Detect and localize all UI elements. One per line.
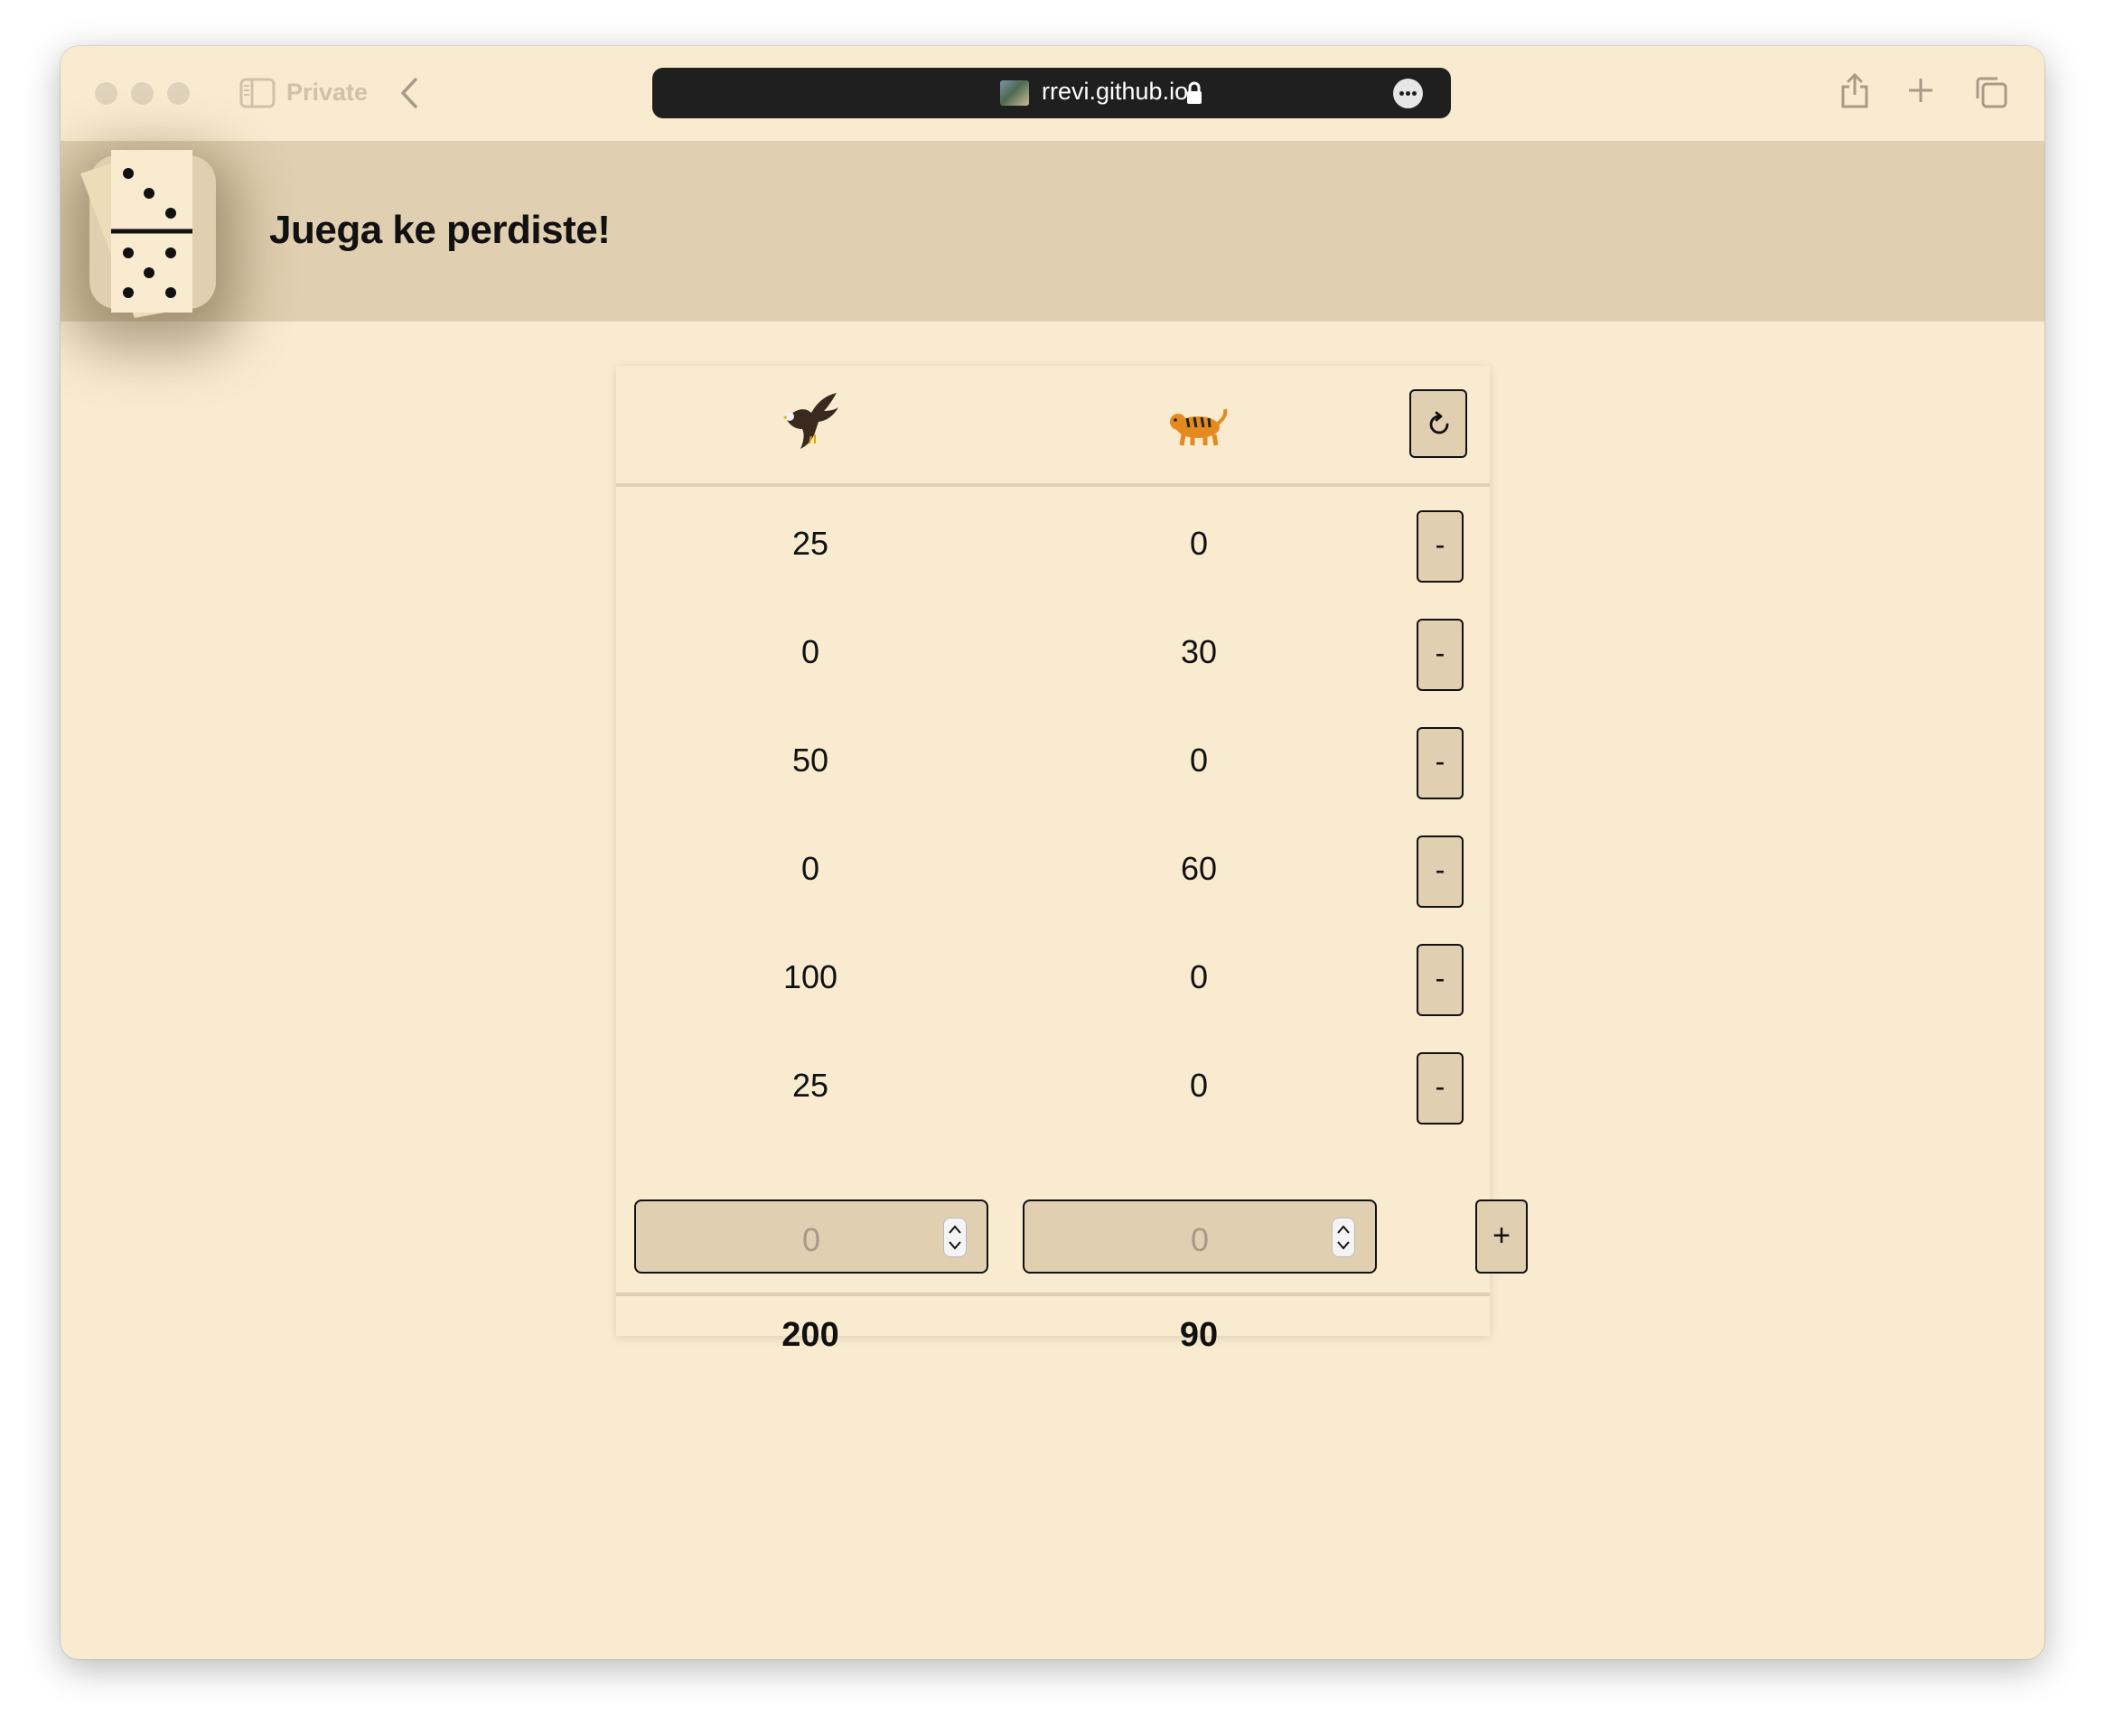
- remove-row-button[interactable]: -: [1417, 835, 1464, 908]
- sidebar-icon[interactable]: [239, 78, 276, 108]
- remove-row-button[interactable]: -: [1417, 619, 1464, 691]
- score-input-a[interactable]: 0: [634, 1199, 988, 1274]
- browser-toolbar: Private rrevi.github.io: [61, 46, 2044, 142]
- score-cell-b: 0: [1189, 1067, 1209, 1104]
- totals-row: 200 90: [616, 1293, 1490, 1354]
- score-cell-b: 0: [1189, 958, 1209, 995]
- lock-icon: [1187, 81, 1202, 104]
- eagle-icon: [783, 393, 838, 449]
- score-cell-a: 0: [800, 850, 820, 887]
- score-cell-a: 25: [791, 525, 829, 562]
- score-input-a-placeholder: 0: [801, 1221, 821, 1258]
- score-table: 25 0 - 0 30 - 50 0 - 0 60 - 100 0 - 25 0…: [616, 366, 1528, 1354]
- score-cell-a: 0: [800, 633, 820, 670]
- page-menu-icon[interactable]: [1393, 79, 1423, 108]
- browser-window: Private rrevi.github.io Juega ke perdist…: [61, 46, 2044, 1659]
- address-bar[interactable]: rrevi.github.io: [652, 68, 1451, 118]
- remove-row-button[interactable]: -: [1417, 944, 1464, 1016]
- score-row: 50 0 -: [616, 709, 1490, 817]
- team-header-row: [616, 366, 1490, 487]
- add-row-button[interactable]: +: [1475, 1199, 1528, 1274]
- remove-row-button[interactable]: -: [1417, 510, 1464, 583]
- score-row: 25 0 -: [616, 492, 1490, 601]
- tab-overview-icon[interactable]: [1974, 75, 2008, 109]
- reset-button[interactable]: [1409, 389, 1467, 458]
- score-cell-a: 25: [791, 1067, 829, 1104]
- score-cell-b: 0: [1189, 525, 1209, 562]
- new-score-row: 0 0 +: [616, 1199, 1528, 1277]
- stepper-icon[interactable]: [943, 1218, 967, 1257]
- stepper-icon[interactable]: [1332, 1218, 1355, 1257]
- app-header: Juega ke perdiste!: [61, 141, 2044, 322]
- score-row: 0 30 -: [616, 601, 1490, 709]
- refresh-icon: [1429, 411, 1449, 434]
- remove-row-button[interactable]: -: [1417, 1052, 1464, 1125]
- score-input-b[interactable]: 0: [1023, 1199, 1377, 1274]
- total-a: 200: [781, 1316, 839, 1354]
- score-cell-b: 60: [1180, 850, 1218, 887]
- total-b: 90: [1179, 1316, 1219, 1354]
- app-title: Juega ke perdiste!: [269, 208, 611, 252]
- score-cell-a: 100: [782, 958, 838, 995]
- url-text: rrevi.github.io: [1042, 78, 1189, 105]
- domino-logo-icon: [80, 146, 234, 318]
- score-row: 25 0 -: [616, 1034, 1490, 1143]
- remove-row-button[interactable]: -: [1417, 727, 1464, 799]
- new-tab-icon[interactable]: [1907, 77, 1934, 104]
- score-row: 0 60 -: [616, 817, 1490, 926]
- site-favicon-icon: [1000, 80, 1029, 106]
- zoom-window-button[interactable]: [167, 82, 190, 105]
- private-mode-label: Private: [286, 79, 369, 106]
- tiger-icon: [1170, 408, 1228, 446]
- score-cell-b: 30: [1180, 633, 1218, 670]
- score-cell-b: 0: [1189, 742, 1209, 779]
- minimize-window-button[interactable]: [131, 82, 154, 105]
- score-input-b-placeholder: 0: [1190, 1221, 1210, 1258]
- share-icon[interactable]: [1840, 71, 1869, 109]
- close-window-button[interactable]: [95, 82, 117, 105]
- score-cell-a: 50: [791, 742, 829, 779]
- back-icon[interactable]: [399, 76, 421, 110]
- score-row: 100 0 -: [616, 926, 1490, 1034]
